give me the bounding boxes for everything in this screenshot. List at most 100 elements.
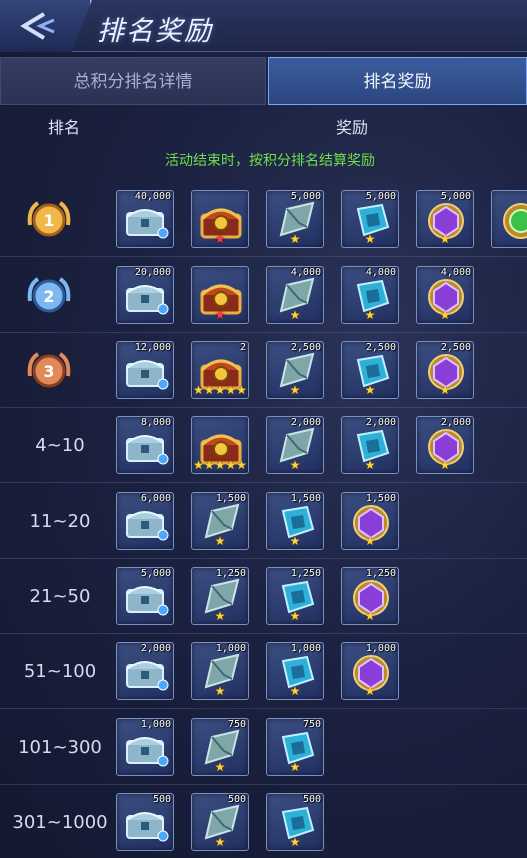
shard-reward-item[interactable]: 1,000 ★ xyxy=(191,642,249,700)
star-rating: ★ xyxy=(289,383,301,397)
chest-reward-item[interactable]: 12,000 xyxy=(116,341,174,399)
blue-gem-reward-item[interactable]: 1,250 ★ xyxy=(266,567,324,625)
purple-gem-reward-item[interactable]: 4,000 ★ xyxy=(416,266,474,324)
purple-gem-reward-item[interactable]: 1,000 ★ xyxy=(341,642,399,700)
chest-reward-item[interactable]: 40,000 xyxy=(116,190,174,248)
reward-quantity: 1,000 xyxy=(290,643,321,654)
reward-row: 21~50 5,000 1,250 ★ 1,250 ★ 1,250 ★ xyxy=(0,559,527,634)
reward-quantity: 2,500 xyxy=(365,342,396,353)
reward-quantity: 2,000 xyxy=(290,417,321,428)
reward-quantity: 1,000 xyxy=(140,719,171,730)
tab-score-ranking-details[interactable]: 总积分排名详情 xyxy=(0,57,266,105)
purple-gem-reward-item[interactable]: 2,500 ★ xyxy=(416,341,474,399)
gold-chest-reward-item[interactable]: ★ xyxy=(191,266,249,324)
chest-reward-item[interactable]: 500 xyxy=(116,793,174,851)
blue-gem-reward-item[interactable]: 5,000 ★ xyxy=(341,190,399,248)
star-rating: ★ xyxy=(289,835,301,849)
reward-row: 1 40,000 ★ 5,000 ★ 5,000 ★ 5,000 ★ 5 xyxy=(0,182,527,257)
purple-gem-reward-item[interactable]: 1,250 ★ xyxy=(341,567,399,625)
chest-reward-item[interactable]: 5,000 xyxy=(116,567,174,625)
reward-quantity: 500 xyxy=(152,794,171,805)
reward-quantity: 1,500 xyxy=(215,493,246,504)
shard-reward-item[interactable]: 1,500 ★ xyxy=(191,492,249,550)
star-rating: ★ xyxy=(439,232,451,246)
shard-reward-item[interactable]: 4,000 ★ xyxy=(266,266,324,324)
rank-label: 101~300 xyxy=(18,737,102,758)
star-rating: ★ xyxy=(214,760,226,774)
shard-reward-item[interactable]: 500 ★ xyxy=(191,793,249,851)
star-rating: ★ xyxy=(289,232,301,246)
reward-row: 11~20 6,000 1,500 ★ 1,500 ★ 1,500 ★ xyxy=(0,484,527,559)
chest-icon xyxy=(126,661,169,691)
chest-reward-item[interactable]: 20,000 xyxy=(116,266,174,324)
chest-icon xyxy=(126,586,169,616)
settlement-notice: 活动结束时，按积分排名结算奖励 xyxy=(165,153,375,169)
chest-icon xyxy=(126,812,169,842)
reward-quantity: 6,000 xyxy=(140,493,171,504)
reward-quantity: 20,000 xyxy=(134,267,171,278)
shard-reward-item[interactable]: 2,000 ★ xyxy=(266,416,324,474)
reward-quantity: 1,000 xyxy=(215,643,246,654)
rank-column-header: 排名 xyxy=(48,118,81,137)
reward-quantity: 4,000 xyxy=(290,267,321,278)
chest-reward-item[interactable]: 8,000 xyxy=(116,416,174,474)
chest-reward-item[interactable]: 1,000 xyxy=(116,718,174,776)
gold-chest-reward-item[interactable]: ★ xyxy=(191,190,249,248)
reward-quantity: 40,000 xyxy=(134,191,171,202)
chest-icon xyxy=(126,285,169,315)
star-rating: ★ xyxy=(364,609,376,623)
purple-gem-reward-item[interactable]: 1,500 ★ xyxy=(341,492,399,550)
star-rating: ★ xyxy=(439,308,451,322)
star-rating: ★ xyxy=(364,684,376,698)
silver-medal-icon: 2 xyxy=(24,271,74,321)
tab-ranking-rewards[interactable]: 排名奖励 xyxy=(268,57,527,105)
blue-gem-reward-item[interactable]: 750 ★ xyxy=(266,718,324,776)
green-gem-reward-item[interactable]: 5 xyxy=(491,190,527,248)
star-rating: ★ xyxy=(214,684,226,698)
shard-reward-item[interactable]: 2,500 ★ xyxy=(266,341,324,399)
medal-rank-number: 2 xyxy=(43,287,54,306)
rank-label: 11~20 xyxy=(29,511,91,532)
reward-quantity: 5,000 xyxy=(140,568,171,579)
medal-rank-number: 3 xyxy=(43,362,54,381)
back-button[interactable] xyxy=(0,0,92,52)
reward-quantity: 1,250 xyxy=(365,568,396,579)
reward-quantity: 2 xyxy=(239,342,246,353)
blue-gem-reward-item[interactable]: 2,500 ★ xyxy=(341,341,399,399)
star-rating: ★ xyxy=(364,534,376,548)
star-rating: ★ xyxy=(214,835,226,849)
gold-medal-icon: 1 xyxy=(24,195,74,245)
gold-chest-reward-item[interactable]: 2 ★★★★★ xyxy=(191,341,249,399)
reward-quantity: 5,000 xyxy=(365,191,396,202)
reward-row: 4~10 8,000 ★★★★★ 2,000 ★ 2,000 ★ 2,000 ★ xyxy=(0,408,527,483)
rank-label: 301~1000 xyxy=(12,812,108,833)
blue-gem-reward-item[interactable]: 2,000 ★ xyxy=(341,416,399,474)
back-arrow-icon xyxy=(20,12,55,40)
gold-chest-reward-item[interactable]: ★★★★★ xyxy=(191,416,249,474)
reward-quantity: 2,500 xyxy=(440,342,471,353)
reward-quantity: 500 xyxy=(302,794,321,805)
star-rating: ★ xyxy=(289,760,301,774)
shard-reward-item[interactable]: 5,000 ★ xyxy=(266,190,324,248)
purple-gem-reward-item[interactable]: 2,000 ★ xyxy=(416,416,474,474)
blue-gem-reward-item[interactable]: 1,000 ★ xyxy=(266,642,324,700)
star-rating: ★ xyxy=(214,609,226,623)
chest-reward-item[interactable]: 2,000 xyxy=(116,642,174,700)
purple-gem-reward-item[interactable]: 5,000 ★ xyxy=(416,190,474,248)
blue-gem-reward-item[interactable]: 500 ★ xyxy=(266,793,324,851)
star-rating: ★ xyxy=(289,609,301,623)
reward-quantity: 8,000 xyxy=(140,417,171,428)
tab-bar: 总积分排名详情 排名奖励 xyxy=(0,57,527,105)
reward-quantity: 5,000 xyxy=(440,191,471,202)
star-rating: ★ xyxy=(364,308,376,322)
chest-icon xyxy=(126,360,169,390)
blue-gem-reward-item[interactable]: 1,500 ★ xyxy=(266,492,324,550)
blue-gem-reward-item[interactable]: 4,000 ★ xyxy=(341,266,399,324)
reward-quantity: 2,000 xyxy=(365,417,396,428)
reward-quantity: 2,000 xyxy=(440,417,471,428)
shard-reward-item[interactable]: 750 ★ xyxy=(191,718,249,776)
star-rating: ★ xyxy=(289,534,301,548)
reward-quantity: 1,500 xyxy=(290,493,321,504)
chest-reward-item[interactable]: 6,000 xyxy=(116,492,174,550)
shard-reward-item[interactable]: 1,250 ★ xyxy=(191,567,249,625)
